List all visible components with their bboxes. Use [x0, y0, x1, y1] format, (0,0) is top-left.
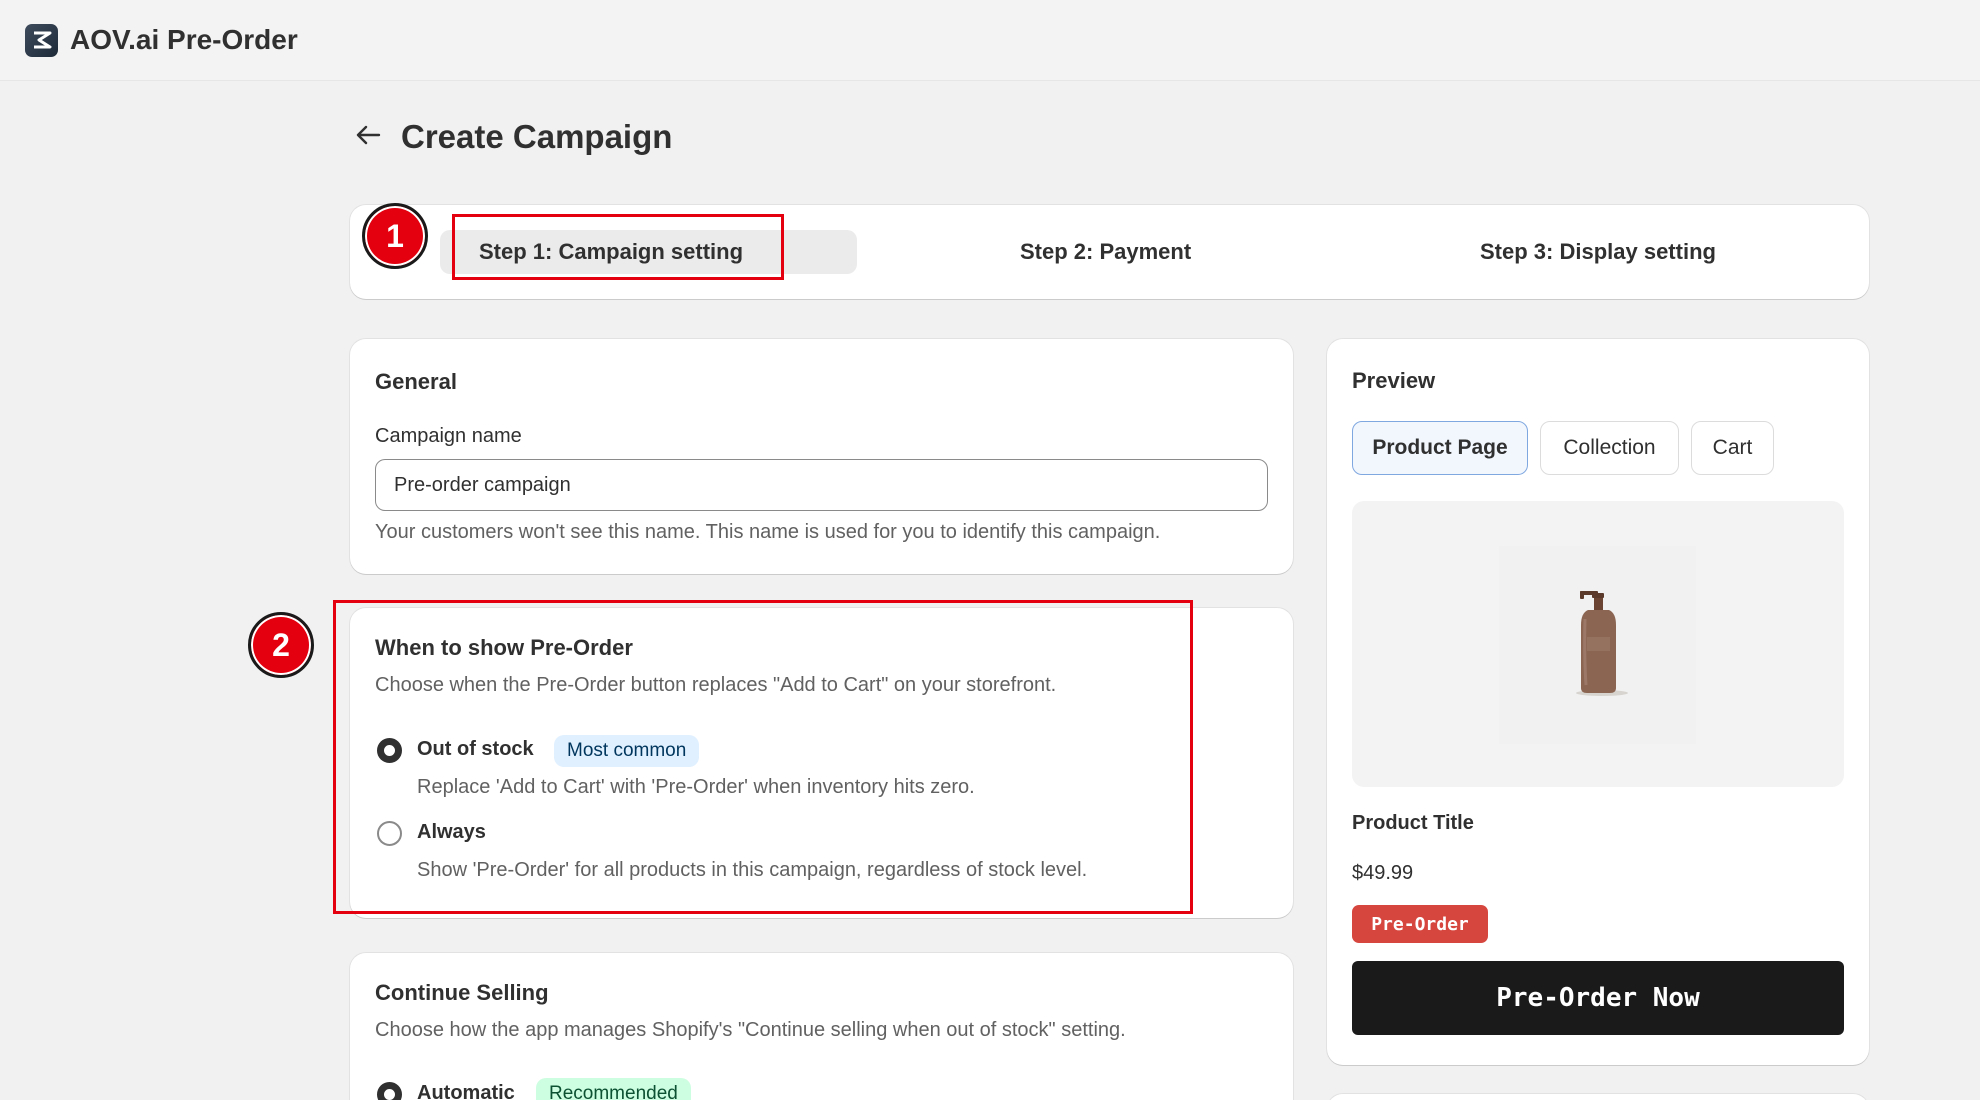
continue-selling-card: Continue Selling Choose how the app mana…: [350, 953, 1293, 1100]
step-3-label[interactable]: Step 3: Display setting: [1480, 239, 1716, 265]
product-image-area: [1352, 501, 1844, 787]
continue-selling-description: Choose how the app manages Shopify's "Co…: [375, 1019, 1126, 1041]
product-title: Product Title: [1352, 812, 1474, 834]
preorder-now-button[interactable]: Pre-Order Now: [1352, 961, 1844, 1035]
general-card: General Campaign name Your customers won…: [350, 339, 1293, 574]
page-header: Create Campaign: [355, 118, 672, 156]
option-automatic-label[interactable]: Automatic: [417, 1082, 515, 1100]
top-bar: AOV.ai Pre-Order: [0, 0, 1980, 81]
annotation-marker-2: 2: [248, 612, 314, 678]
page-title: Create Campaign: [401, 118, 673, 155]
product-bottle-image: [1499, 546, 1696, 744]
recommended-badge: Recommended: [536, 1078, 691, 1100]
preview-tab-cart[interactable]: Cart: [1691, 421, 1774, 475]
preview-card: Preview Product Page Collection Cart Pro…: [1327, 339, 1869, 1065]
annotation-box-1: [452, 214, 784, 280]
back-arrow-icon[interactable]: [355, 123, 389, 151]
preview-tab-product-page[interactable]: Product Page: [1352, 421, 1528, 475]
annotation-box-2: [333, 600, 1193, 914]
general-title: General: [375, 369, 457, 394]
preorder-badge: Pre-Order: [1352, 905, 1488, 943]
continue-selling-title: Continue Selling: [375, 980, 549, 1005]
preview-title: Preview: [1352, 368, 1436, 393]
step-2-label[interactable]: Step 2: Payment: [1020, 239, 1191, 265]
aov-logo-icon: [25, 23, 58, 57]
annotation-marker-1: 1: [362, 203, 428, 269]
campaign-name-help: Your customers won't see this name. This…: [375, 521, 1161, 543]
radio-automatic[interactable]: [377, 1082, 402, 1100]
product-price: $49.99: [1352, 862, 1414, 884]
preview-tab-collection[interactable]: Collection: [1540, 421, 1679, 475]
campaign-name-input[interactable]: [375, 459, 1268, 511]
app-title: AOV.ai Pre-Order: [70, 24, 298, 55]
campaign-name-label: Campaign name: [375, 425, 522, 447]
next-card: [1327, 1094, 1869, 1100]
